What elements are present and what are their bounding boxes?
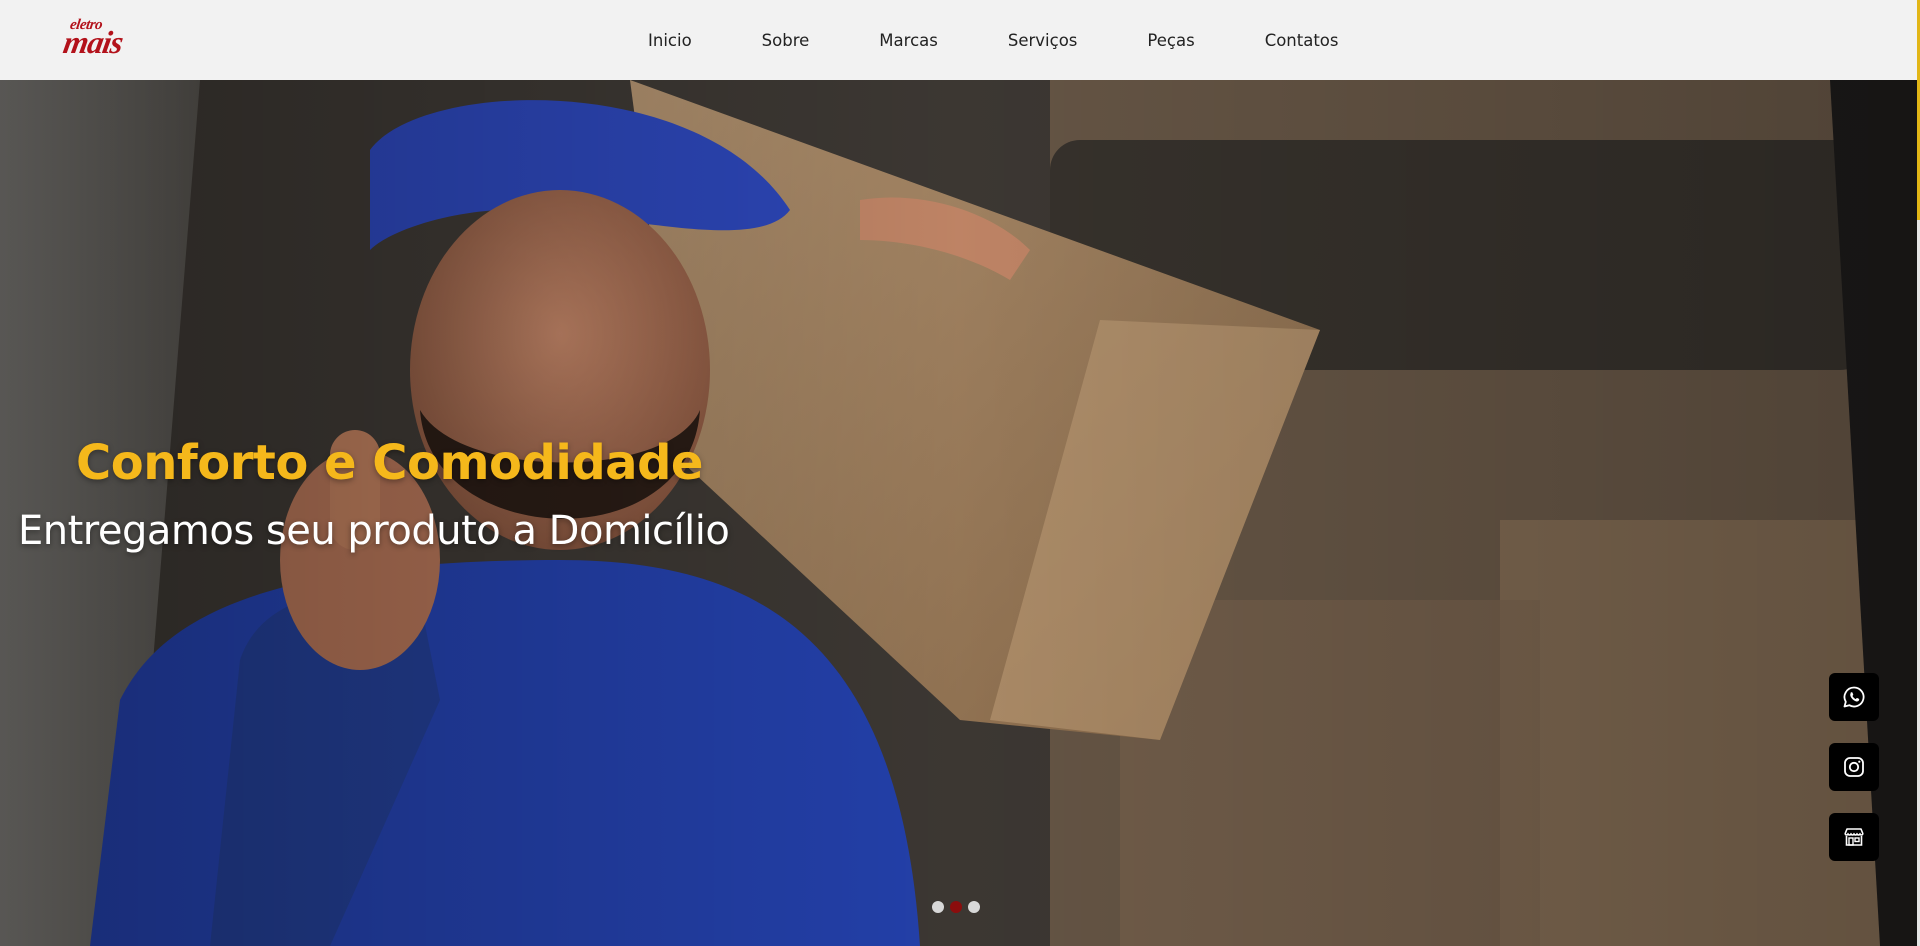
site-header: eletro mais Inicio Sobre Marcas Serviços… <box>0 0 1920 80</box>
carousel-dot-2[interactable] <box>950 901 962 913</box>
carousel-dot-3[interactable] <box>968 901 980 913</box>
whatsapp-button[interactable] <box>1829 673 1879 721</box>
nav-item-marcas[interactable]: Marcas <box>879 31 938 50</box>
carousel-indicators <box>932 901 980 913</box>
instagram-icon <box>1844 757 1864 777</box>
hero-carousel: Conforto e Comodidade Entregamos seu pro… <box>0 80 1917 946</box>
nav-item-pecas[interactable]: Peças <box>1147 31 1194 50</box>
nav-item-servicos[interactable]: Serviços <box>1008 31 1078 50</box>
hero-title: Conforto e Comodidade <box>76 435 703 491</box>
whatsapp-icon <box>1843 686 1865 708</box>
store-button[interactable] <box>1829 813 1879 861</box>
store-icon <box>1844 828 1864 846</box>
logo-text-bottom: mais <box>60 24 126 60</box>
nav-item-contatos[interactable]: Contatos <box>1265 31 1339 50</box>
brand-logo[interactable]: eletro mais <box>60 17 144 60</box>
instagram-button[interactable] <box>1829 743 1879 791</box>
nav-item-sobre[interactable]: Sobre <box>762 31 810 50</box>
carousel-dot-1[interactable] <box>932 901 944 913</box>
nav-item-inicio[interactable]: Inicio <box>648 31 692 50</box>
main-nav: Inicio Sobre Marcas Serviços Peças Conta… <box>648 0 1339 80</box>
hero-subtitle: Entregamos seu produto a Domicílio <box>18 508 730 554</box>
